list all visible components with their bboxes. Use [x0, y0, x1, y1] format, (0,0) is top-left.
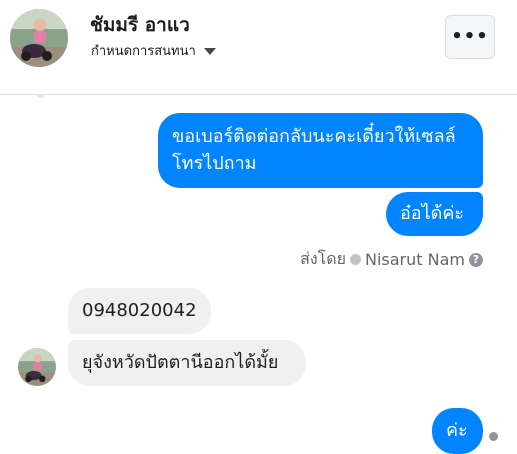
more-options-button[interactable]: •••: [445, 15, 495, 59]
conversation-schedule-label: กำหนดการสนทนา: [91, 44, 196, 59]
check-circle-icon: [350, 254, 361, 265]
message-bubble-outgoing[interactable]: อ๋อได้ค่ะ: [386, 192, 483, 236]
sent-by-name[interactable]: Nisarut Nam: [365, 250, 465, 269]
conversation-header: ชัมมรี อาแว กำหนดการสนทนา •••: [0, 0, 517, 95]
message-bubble-outgoing[interactable]: ขอเบอร์ติดต่อกลับนะคะเดี๋ยวให้เซลล์โทรไป…: [158, 113, 483, 188]
help-icon[interactable]: ?: [469, 252, 483, 267]
conversation-schedule-dropdown[interactable]: กำหนดการสนทนา: [91, 40, 216, 61]
sent-by-info: ส่งโดย Nisarut Nam ?: [300, 247, 483, 272]
contact-name[interactable]: ชัมมรี อาแว: [90, 10, 190, 40]
message-bubble-incoming[interactable]: 0948020042: [68, 288, 211, 334]
message-bubble-incoming[interactable]: ยุจังหวัดปัตตานีออกได้มั้ย: [68, 340, 306, 386]
avatar-image: [18, 348, 56, 386]
sent-by-prefix: ส่งโดย: [300, 249, 346, 268]
caret-down-icon: [203, 48, 216, 55]
contact-avatar[interactable]: [10, 9, 68, 67]
more-dots-icon: •••: [451, 26, 489, 47]
avatar-image: [10, 9, 68, 67]
seen-icon: [489, 432, 498, 441]
message-bubble-outgoing[interactable]: ค่ะ: [432, 408, 483, 454]
scroll-indicator: [37, 94, 45, 98]
sender-avatar[interactable]: [18, 348, 56, 386]
